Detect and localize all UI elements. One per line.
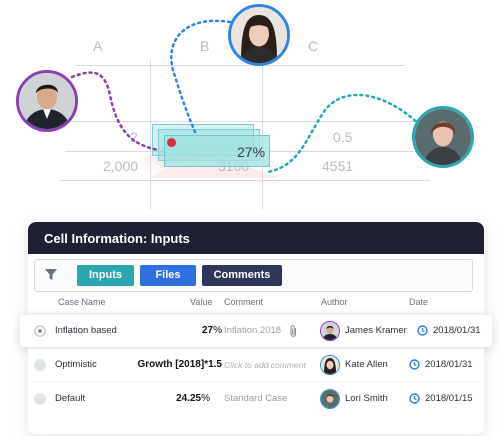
row-divider [34,381,478,382]
funnel-icon[interactable] [45,269,57,281]
header-author[interactable]: Author [321,297,348,307]
paperclip-icon[interactable] [289,325,298,337]
case-date: 2018/01/15 [425,393,473,404]
clock-icon [417,325,428,336]
author-avatar [320,355,340,375]
case-value-number: 27 [201,325,214,336]
panel-toolbar: Inputs Files Comments [34,259,473,292]
comments-tab-button[interactable]: Comments [202,265,282,286]
header-date[interactable]: Date [409,297,428,307]
author-name: James Kramer [345,325,407,336]
add-comment-placeholder[interactable]: Click to add comment [224,360,306,370]
spreadsheet-background: A B C 2 0.5 2,000 3100 4551 27% [0,0,499,215]
case-date: 2018/01/31 [425,359,473,370]
case-name: Default [55,393,86,404]
header-comment[interactable]: Comment [224,297,263,307]
row-radio[interactable] [34,359,46,371]
avatar-left[interactable] [16,70,78,132]
person-avatar-icon [19,73,75,129]
header-value[interactable]: Value [190,297,212,307]
row-radio-selected[interactable] [34,325,46,337]
clock-icon [409,393,420,404]
row-divider [34,313,478,314]
case-value-number: Growth [2018]*1.5 [137,359,222,370]
author-avatar [320,321,340,341]
person-avatar-icon [321,322,339,340]
case-comment[interactable]: Inflation 2018 [224,325,281,336]
files-tab-button[interactable]: Files [140,265,196,286]
table-row[interactable]: Default 24.25% Standard Case Lori Smith … [28,383,484,415]
person-avatar-icon [321,390,339,408]
author-avatar [320,389,340,409]
author-name: Kate Allen [345,359,388,370]
inputs-tab-button[interactable]: Inputs [77,265,134,286]
author-name: Lori Smith [345,393,388,404]
avatar-top[interactable] [228,4,290,66]
cell-information-panel: Cell Information: Inputs Inputs Files Co… [20,222,492,434]
case-date: 2018/01/31 [433,325,481,336]
case-value: Growth [2018]*1.5 [108,359,222,370]
table-row[interactable]: Inflation based 27% Inflation 2018 James… [20,315,492,347]
case-value: 24.25% [128,393,210,404]
case-value-unit: % [213,325,222,336]
case-name: Optimistic [55,359,97,370]
case-value-unit: % [201,393,210,404]
avatar-right[interactable] [412,106,474,168]
person-avatar-icon [415,109,471,165]
panel-header: Cell Information: Inputs [28,222,484,254]
case-comment[interactable]: Standard Case [224,393,287,404]
case-value: 27% [140,325,222,336]
clock-icon [409,359,420,370]
table-row[interactable]: Optimistic Growth [2018]*1.5 Click to ad… [28,349,484,381]
panel-title: Cell Information: Inputs [44,231,190,246]
row-radio[interactable] [34,393,46,405]
case-value-number: 24.25 [176,393,202,404]
person-avatar-icon [321,356,339,374]
person-avatar-icon [231,7,287,63]
case-name: Inflation based [55,325,117,336]
header-case-name[interactable]: Case Name [58,297,106,307]
